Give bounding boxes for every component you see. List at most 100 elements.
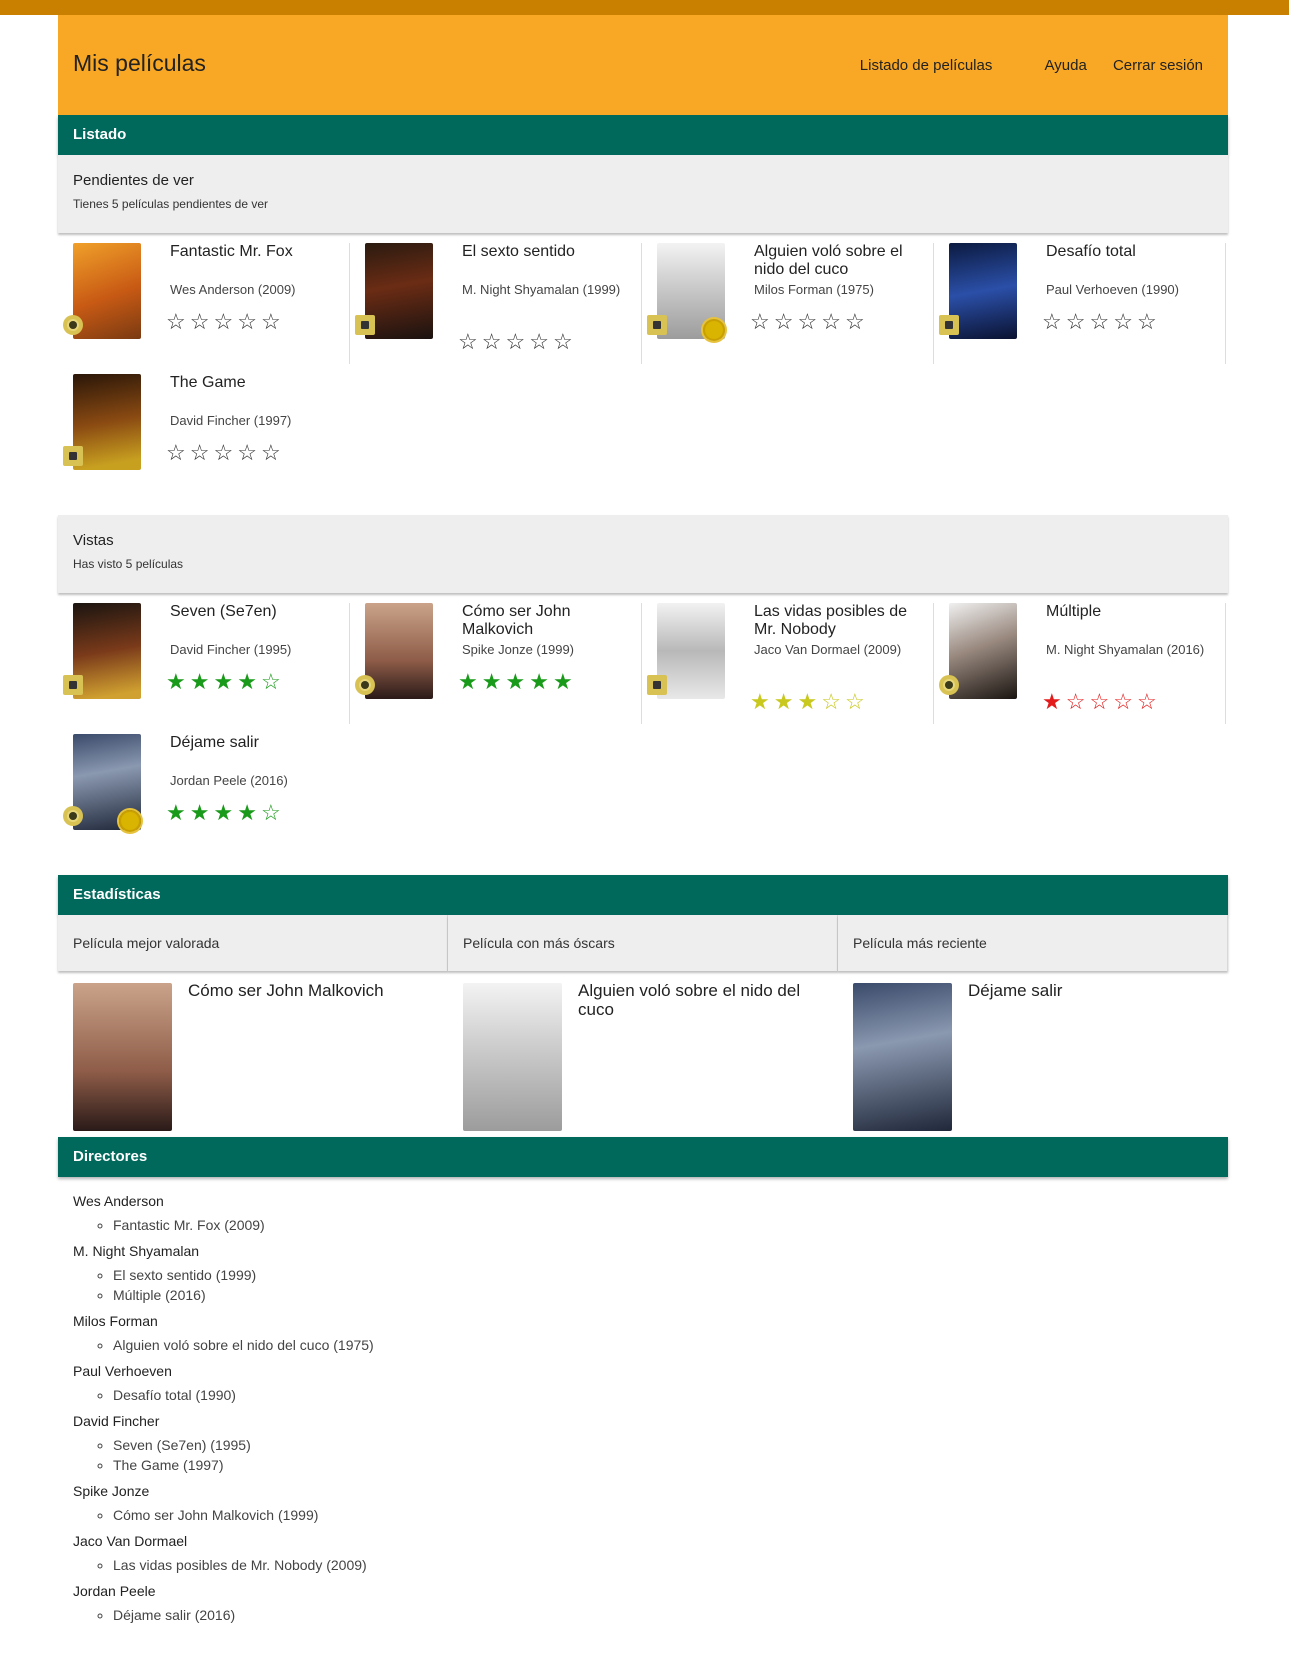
movie-card[interactable]: The Game David Fincher (1997) ☆☆☆☆☆ xyxy=(58,374,350,495)
star-empty-icon[interactable]: ☆ xyxy=(1042,309,1066,334)
star-empty-icon[interactable]: ☆ xyxy=(166,440,190,465)
stat-movie-title[interactable]: Cómo ser John Malkovich xyxy=(188,981,428,1000)
movie-poster[interactable] xyxy=(365,603,433,699)
director-film-item[interactable]: Alguien voló sobre el nido del cuco (197… xyxy=(113,1335,1213,1355)
star-empty-icon[interactable]: ☆ xyxy=(213,440,237,465)
rating-stars[interactable]: ☆☆☆☆☆ xyxy=(750,309,869,335)
star-filled-icon[interactable]: ★ xyxy=(190,800,214,825)
star-filled-icon[interactable]: ★ xyxy=(213,800,237,825)
director-film-item[interactable]: Múltiple (2016) xyxy=(113,1285,1213,1305)
star-empty-icon[interactable]: ☆ xyxy=(237,440,261,465)
movie-poster[interactable] xyxy=(73,603,141,699)
star-empty-icon[interactable]: ☆ xyxy=(213,309,237,334)
star-empty-icon[interactable]: ☆ xyxy=(1089,689,1113,714)
star-empty-icon[interactable]: ☆ xyxy=(821,689,845,714)
star-empty-icon[interactable]: ☆ xyxy=(774,309,798,334)
movie-poster[interactable] xyxy=(949,603,1017,699)
star-empty-icon[interactable]: ☆ xyxy=(261,800,285,825)
star-empty-icon[interactable]: ☆ xyxy=(1113,309,1137,334)
star-filled-icon[interactable]: ★ xyxy=(166,669,190,694)
star-filled-icon[interactable]: ★ xyxy=(774,689,798,714)
star-empty-icon[interactable]: ☆ xyxy=(458,329,482,354)
star-empty-icon[interactable]: ☆ xyxy=(237,309,261,334)
rating-stars[interactable]: ☆☆☆☆☆ xyxy=(458,329,577,355)
movie-card[interactable]: El sexto sentido M. Night Shyamalan (1999… xyxy=(350,243,642,364)
director-film-item[interactable]: Déjame salir (2016) xyxy=(113,1605,1213,1625)
rating-stars[interactable]: ★★★★☆ xyxy=(166,800,285,826)
movie-card[interactable]: Múltiple M. Night Shyamalan (2016) ★☆☆☆☆ xyxy=(934,603,1226,724)
star-empty-icon[interactable]: ☆ xyxy=(797,309,821,334)
star-empty-icon[interactable]: ☆ xyxy=(505,329,529,354)
nav-cerrar-sesion[interactable]: Cerrar sesión xyxy=(1113,57,1203,74)
star-empty-icon[interactable]: ☆ xyxy=(1113,689,1137,714)
star-empty-icon[interactable]: ☆ xyxy=(190,440,214,465)
rating-stars[interactable]: ★★★★★ xyxy=(458,669,577,695)
rating-stars[interactable]: ★★★☆☆ xyxy=(750,689,869,715)
star-empty-icon[interactable]: ☆ xyxy=(1089,309,1113,334)
star-filled-icon[interactable]: ★ xyxy=(797,689,821,714)
star-empty-icon[interactable]: ☆ xyxy=(166,309,190,334)
movie-title[interactable]: Múltiple xyxy=(1046,603,1218,621)
star-empty-icon[interactable]: ☆ xyxy=(845,309,869,334)
star-empty-icon[interactable]: ☆ xyxy=(482,329,506,354)
star-filled-icon[interactable]: ★ xyxy=(166,800,190,825)
star-empty-icon[interactable]: ☆ xyxy=(261,440,285,465)
director-film-item[interactable]: Fantastic Mr. Fox (2009) xyxy=(113,1215,1213,1235)
star-empty-icon[interactable]: ☆ xyxy=(750,309,774,334)
star-filled-icon[interactable]: ★ xyxy=(237,800,261,825)
star-empty-icon[interactable]: ☆ xyxy=(1137,689,1161,714)
star-empty-icon[interactable]: ☆ xyxy=(845,689,869,714)
star-filled-icon[interactable]: ★ xyxy=(458,669,482,694)
stat-movie-poster[interactable] xyxy=(853,983,952,1131)
movie-title[interactable]: Las vidas posibles de Mr. Nobody xyxy=(754,603,926,639)
director-film-item[interactable]: The Game (1997) xyxy=(113,1455,1213,1475)
star-filled-icon[interactable]: ★ xyxy=(237,669,261,694)
movie-card[interactable]: Déjame salir Jordan Peele (2016) ★★★★☆ xyxy=(58,734,350,855)
star-filled-icon[interactable]: ★ xyxy=(529,669,553,694)
star-empty-icon[interactable]: ☆ xyxy=(821,309,845,334)
movie-title[interactable]: El sexto sentido xyxy=(462,243,634,261)
star-empty-icon[interactable]: ☆ xyxy=(261,309,285,334)
rating-stars[interactable]: ☆☆☆☆☆ xyxy=(1042,309,1161,335)
director-film-item[interactable]: El sexto sentido (1999) xyxy=(113,1265,1213,1285)
movie-card[interactable]: Desafío total Paul Verhoeven (1990) ☆☆☆☆☆ xyxy=(934,243,1226,364)
movie-title[interactable]: Fantastic Mr. Fox xyxy=(170,243,342,261)
star-filled-icon[interactable]: ★ xyxy=(1042,689,1066,714)
stat-movie-title[interactable]: Alguien voló sobre el nido del cuco xyxy=(578,981,818,1019)
movie-title[interactable]: The Game xyxy=(170,374,342,392)
brand-title[interactable]: Mis películas xyxy=(73,50,206,77)
stat-movie-poster[interactable] xyxy=(73,983,172,1131)
star-filled-icon[interactable]: ★ xyxy=(750,689,774,714)
star-filled-icon[interactable]: ★ xyxy=(505,669,529,694)
movie-card[interactable]: Fantastic Mr. Fox Wes Anderson (2009) ☆☆☆☆… xyxy=(58,243,350,364)
star-empty-icon[interactable]: ☆ xyxy=(190,309,214,334)
movie-card[interactable]: Las vidas posibles de Mr. Nobody Jaco Van… xyxy=(642,603,934,724)
movie-title[interactable]: Desafío total xyxy=(1046,243,1218,261)
star-filled-icon[interactable]: ★ xyxy=(553,669,577,694)
movie-poster[interactable] xyxy=(657,603,725,699)
movie-title[interactable]: Alguien voló sobre el nido del cuco xyxy=(754,243,926,279)
rating-stars[interactable]: ★★★★☆ xyxy=(166,669,285,695)
stat-movie-poster[interactable] xyxy=(463,983,562,1131)
star-filled-icon[interactable]: ★ xyxy=(482,669,506,694)
movie-poster[interactable] xyxy=(73,243,141,339)
nav-ayuda[interactable]: Ayuda xyxy=(1045,57,1087,74)
movie-poster[interactable] xyxy=(73,374,141,470)
director-film-item[interactable]: Desafío total (1990) xyxy=(113,1385,1213,1405)
director-film-item[interactable]: Las vidas posibles de Mr. Nobody (2009) xyxy=(113,1555,1213,1575)
star-empty-icon[interactable]: ☆ xyxy=(529,329,553,354)
movie-card[interactable]: Alguien voló sobre el nido del cuco Milos… xyxy=(642,243,934,364)
movie-title[interactable]: Déjame salir xyxy=(170,734,342,752)
rating-stars[interactable]: ☆☆☆☆☆ xyxy=(166,309,285,335)
star-filled-icon[interactable]: ★ xyxy=(190,669,214,694)
movie-title[interactable]: Seven (Se7en) xyxy=(170,603,342,621)
director-film-item[interactable]: Cómo ser John Malkovich (1999) xyxy=(113,1505,1213,1525)
movie-poster[interactable] xyxy=(949,243,1017,339)
star-empty-icon[interactable]: ☆ xyxy=(1066,689,1090,714)
star-empty-icon[interactable]: ☆ xyxy=(1066,309,1090,334)
nav-listado-peliculas[interactable]: Listado de películas xyxy=(860,57,993,74)
movie-card[interactable]: Seven (Se7en) David Fincher (1995) ★★★★☆ xyxy=(58,603,350,724)
rating-stars[interactable]: ★☆☆☆☆ xyxy=(1042,689,1161,715)
stat-movie-title[interactable]: Déjame salir xyxy=(968,981,1208,1000)
star-empty-icon[interactable]: ☆ xyxy=(553,329,577,354)
